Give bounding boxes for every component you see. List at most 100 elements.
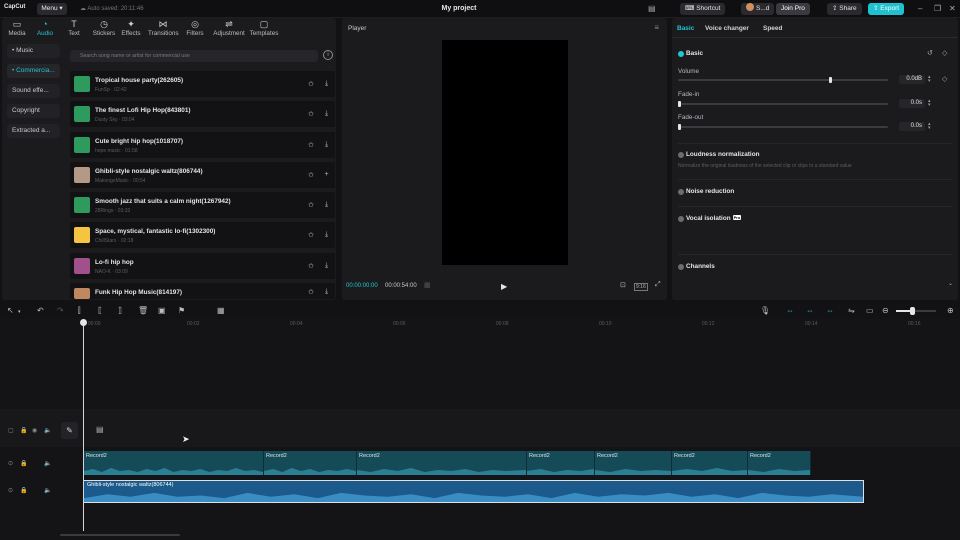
fade-out-slider[interactable] — [678, 124, 888, 130]
fade-out-stepper[interactable]: ▴ ▾ — [928, 122, 931, 131]
export-button[interactable]: ⇧ Export — [868, 3, 905, 15]
category-music[interactable]: • Music — [7, 44, 60, 58]
close-icon[interactable]: ✕ — [949, 4, 956, 14]
download-icon[interactable]: ⤓ — [322, 79, 331, 88]
freeze-icon[interactable]: ▣ — [158, 306, 166, 315]
loudness-checkbox[interactable] — [678, 152, 684, 158]
category-copyright[interactable]: Copyright — [7, 104, 60, 118]
tab-templates[interactable]: ▢ Templates — [248, 19, 280, 37]
keyframe-icon[interactable]: ◇ — [942, 49, 947, 57]
volume-slider[interactable] — [678, 77, 888, 83]
edit-cover-button[interactable]: ✎ — [61, 422, 78, 439]
record-clip[interactable]: Record2 — [672, 451, 748, 475]
favorite-icon[interactable]: ✩ — [308, 231, 314, 239]
zoom-slider-knob[interactable] — [910, 307, 915, 315]
download-icon[interactable]: ⤓ — [322, 261, 331, 270]
zoom-in-icon[interactable]: ⊕ — [947, 306, 954, 315]
noise-reduction-checkbox[interactable] — [678, 189, 684, 195]
channels-checkbox[interactable] — [678, 264, 684, 270]
mute-icon[interactable]: 🔈 — [44, 460, 51, 467]
favorite-icon[interactable]: ✩ — [308, 80, 314, 88]
fade-out-slider-knob[interactable] — [678, 124, 681, 130]
timeline[interactable]: 00:00 00:02 00:04 00:06 00:08 00:10 00:1… — [0, 319, 960, 540]
music-clip[interactable]: Ghibli-style nostalgic waltz(806744) — [83, 480, 864, 503]
join-pro-button[interactable]: Join Pro — [776, 3, 810, 15]
list-item[interactable]: Smooth jazz that suits a calm night(1267… — [70, 192, 335, 219]
fullscreen-icon[interactable]: ⤢ — [655, 281, 661, 289]
eye-icon[interactable]: ◉ — [32, 427, 37, 434]
select-tool-icon[interactable]: ↖ — [7, 306, 14, 315]
tab-transitions[interactable]: ⋈ Transitions — [148, 19, 179, 37]
record-clip[interactable]: Record2 — [357, 451, 527, 475]
list-item[interactable]: Funk Hip Hop Music(814197) ✩ ⤓ — [70, 283, 335, 300]
chevron-down-icon[interactable]: ⌄ — [948, 280, 953, 287]
search-input[interactable]: Search song name or artist for commercia… — [70, 50, 318, 62]
horizontal-scrollbar[interactable] — [60, 534, 180, 536]
mute-icon[interactable]: 🔈 — [44, 487, 51, 494]
tab-filters[interactable]: ◎ Filters — [180, 19, 210, 37]
tab-basic[interactable]: Basic — [677, 25, 694, 32]
timeline-ruler[interactable]: 00:00 00:02 00:04 00:06 00:08 00:10 00:1… — [84, 319, 960, 331]
list-item[interactable]: Tropical house party(262605) FunSp · 02:4… — [70, 71, 335, 97]
favorite-icon[interactable]: ✩ — [308, 141, 314, 149]
volume-value[interactable]: 0.0dB — [899, 75, 925, 84]
playhead[interactable] — [83, 319, 84, 531]
favorite-icon[interactable]: ✩ — [308, 171, 314, 179]
link-clips-icon[interactable]: ⇔ — [786, 306, 794, 315]
favorite-icon[interactable]: ✩ — [308, 288, 314, 296]
chevron-down-icon[interactable]: ▾ — [18, 309, 21, 315]
download-icon[interactable]: ⤓ — [322, 109, 331, 118]
mute-icon[interactable]: 🔈 — [44, 427, 51, 434]
minimize-icon[interactable]: – — [918, 4, 922, 14]
record-clip[interactable]: Record2 — [748, 451, 811, 475]
ratio-button[interactable]: 9:16 — [634, 283, 648, 291]
timeline-grid-icon[interactable]: ▦ — [424, 281, 431, 289]
tab-text[interactable]: T Text — [59, 19, 89, 37]
favorite-icon[interactable]: ✩ — [308, 201, 314, 209]
track-visibility-icon[interactable]: ▢ — [8, 427, 14, 434]
lock-icon[interactable]: 🔒 — [20, 460, 27, 467]
volume-stepper[interactable]: ▴ ▾ — [928, 75, 931, 84]
marker-icon[interactable]: ⚑ — [178, 306, 185, 315]
split-icon[interactable]: ⫿ — [78, 306, 81, 316]
list-item[interactable]: Ghibli-style nostalgic waltz(806744) Mako… — [70, 161, 335, 188]
favorite-icon[interactable]: ✩ — [308, 262, 314, 270]
audio-track-icon[interactable]: ⊙ — [8, 460, 13, 467]
info-icon[interactable]: i — [323, 50, 333, 60]
fade-in-stepper[interactable]: ▴ ▾ — [928, 99, 931, 108]
maximize-icon[interactable]: ❐ — [934, 4, 941, 14]
vocal-isolation-checkbox[interactable] — [678, 216, 684, 222]
crop-icon[interactable]: ▦ — [217, 306, 225, 315]
category-sound-effects[interactable]: Sound effe... — [7, 84, 60, 98]
snapshot-icon[interactable]: ⊡ — [620, 281, 626, 289]
record-clip[interactable]: Record2 — [595, 451, 672, 475]
microphone-icon[interactable]: 🎙 — [760, 306, 770, 315]
tab-voice-changer[interactable]: Voice changer — [705, 25, 749, 32]
tab-stickers[interactable]: ◷ Stickers — [89, 19, 119, 37]
download-icon[interactable]: ⤓ — [322, 287, 331, 296]
basic-checkbox[interactable] — [678, 51, 684, 57]
fade-out-value[interactable]: 0.0s — [899, 122, 925, 131]
tab-speed[interactable]: Speed — [763, 25, 783, 32]
fade-in-slider-knob[interactable] — [678, 101, 681, 107]
volume-keyframe-icon[interactable]: ◇ — [942, 75, 947, 83]
preview-axis-icon[interactable]: ⇋ — [848, 306, 855, 315]
list-item[interactable]: Lo-fi hip hop NAO-K · 03:09 ✩ ⤓ — [70, 252, 335, 279]
record-clip[interactable]: Record2 — [527, 451, 595, 475]
download-icon[interactable]: ⤓ — [322, 200, 331, 209]
tab-adjustment[interactable]: ⇌ Adjustment — [212, 19, 246, 37]
preview-canvas[interactable] — [442, 40, 568, 265]
category-extracted-audio[interactable]: Extracted a... — [7, 124, 60, 138]
audio-track-icon[interactable]: ⊙ — [8, 487, 13, 494]
lock-icon[interactable]: 🔒 — [20, 487, 27, 494]
add-icon[interactable]: + — [322, 170, 331, 179]
layout-icon[interactable]: ▤ — [648, 4, 656, 14]
playhead-handle[interactable] — [80, 319, 87, 326]
play-icon[interactable]: ▶ — [501, 282, 507, 291]
reset-icon[interactable]: ↺ — [927, 49, 933, 57]
delete-icon[interactable]: 🗑 — [138, 306, 148, 315]
fade-in-value[interactable]: 0.0s — [899, 99, 925, 108]
user-button[interactable]: S...d — [741, 3, 775, 15]
list-item[interactable]: Space, mystical, fantastic lo-fi(1302300… — [70, 222, 335, 249]
fit-icon[interactable]: ▭ — [866, 306, 874, 315]
